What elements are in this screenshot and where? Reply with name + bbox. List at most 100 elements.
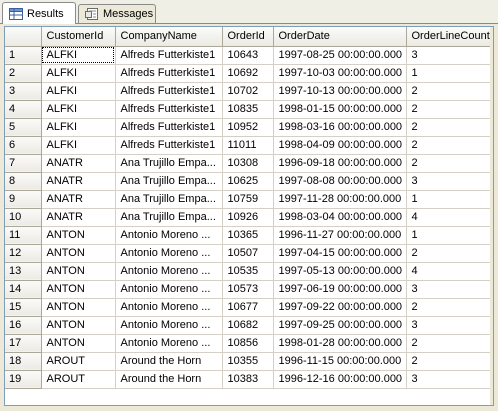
cell-orderdate[interactable]: 1998-01-15 00:00:00.000 [273,100,407,119]
column-header-companyname[interactable]: CompanyName [115,27,223,47]
cell-companyname[interactable]: Ana Trujillo Empa... [115,154,223,173]
cell-orderdate[interactable]: 1998-01-28 00:00:00.000 [273,334,407,353]
cell-companyname[interactable]: Antonio Moreno ... [115,280,223,299]
cell-companyname[interactable]: Antonio Moreno ... [115,334,223,353]
column-header-orderdate[interactable]: OrderDate [273,27,407,47]
grid-corner-header[interactable] [5,27,42,47]
table-row[interactable]: 18 AROUT Around the Horn 10355 1996-11-15 00… [5,352,493,371]
cell-orderdate[interactable]: 1998-03-16 00:00:00.000 [273,118,407,137]
cell-customerid[interactable]: ALFKI [41,64,116,83]
cell-customerid[interactable]: ANATR [41,190,116,209]
cell-customerid[interactable]: ANATR [41,208,116,227]
cell-orderid[interactable]: 10835 [222,100,274,119]
cell-orderid[interactable]: 10926 [222,208,274,227]
row-header[interactable]: 12 [5,244,42,263]
cell-orderlinecount[interactable]: 2 [406,82,493,101]
tab-results[interactable]: Results [2,2,76,24]
table-row[interactable]: 16 ANTON Antonio Moreno ... 10682 1997-09-25… [5,316,493,335]
row-header[interactable]: 18 [5,352,42,371]
row-header[interactable]: 15 [5,298,42,317]
cell-orderlinecount[interactable]: 2 [406,118,493,137]
row-header[interactable]: 6 [5,136,42,155]
cell-orderdate[interactable]: 1997-11-28 00:00:00.000 [273,190,407,209]
row-header[interactable]: 19 [5,370,42,389]
cell-companyname[interactable]: Alfreds Futterkiste1 [115,100,223,119]
table-row[interactable]: 8 ANATR Ana Trujillo Empa... 10625 1997-08-0… [5,172,493,191]
table-row[interactable]: 6 ALFKI Alfreds Futterkiste1 11011 1998-04-0… [5,136,493,155]
cell-orderdate[interactable]: 1996-11-15 00:00:00.000 [273,352,407,371]
cell-orderid[interactable]: 10692 [222,64,274,83]
row-header[interactable]: 17 [5,334,42,353]
cell-companyname[interactable]: Alfreds Futterkiste1 [115,46,223,65]
table-row[interactable]: 5 ALFKI Alfreds Futterkiste1 10952 1998-03-1… [5,118,493,137]
cell-orderlinecount[interactable]: 3 [406,370,493,389]
cell-orderlinecount[interactable]: 2 [406,352,493,371]
cell-orderlinecount[interactable]: 3 [406,46,493,65]
cell-customerid[interactable]: ALFKI [41,136,116,155]
cell-orderlinecount[interactable]: 4 [406,208,493,227]
row-header[interactable]: 13 [5,262,42,281]
cell-orderlinecount[interactable]: 2 [406,298,493,317]
cell-orderlinecount[interactable]: 2 [406,136,493,155]
cell-companyname[interactable]: Alfreds Futterkiste1 [115,64,223,83]
vertical-scrollbar[interactable] [490,27,493,405]
cell-companyname[interactable]: Ana Trujillo Empa... [115,172,223,191]
cell-orderlinecount[interactable]: 3 [406,316,493,335]
table-row[interactable]: 3 ALFKI Alfreds Futterkiste1 10702 1997-10-1… [5,82,493,101]
table-row[interactable]: 9 ANATR Ana Trujillo Empa... 10759 1997-11-2… [5,190,493,209]
cell-companyname[interactable]: Antonio Moreno ... [115,244,223,263]
row-header[interactable]: 2 [5,64,42,83]
cell-orderdate[interactable]: 1996-09-18 00:00:00.000 [273,154,407,173]
cell-orderid[interactable]: 10759 [222,190,274,209]
row-header[interactable]: 4 [5,100,42,119]
cell-orderdate[interactable]: 1997-06-19 00:00:00.000 [273,280,407,299]
cell-customerid[interactable]: ALFKI [41,118,116,137]
cell-orderlinecount[interactable]: 1 [406,64,493,83]
cell-orderid[interactable]: 10365 [222,226,274,245]
cell-orderid[interactable]: 10682 [222,316,274,335]
table-row[interactable]: 1 ALFKI Alfreds Futterkiste1 10643 1997-08-2… [5,46,493,65]
tab-messages[interactable]: Messages [78,4,156,23]
cell-orderid[interactable]: 10856 [222,334,274,353]
cell-companyname[interactable]: Antonio Moreno ... [115,226,223,245]
row-header[interactable]: 14 [5,280,42,299]
row-header[interactable]: 7 [5,154,42,173]
cell-customerid[interactable]: ANATR [41,154,116,173]
row-header[interactable]: 1 [5,46,42,65]
cell-orderdate[interactable]: 1997-10-13 00:00:00.000 [273,82,407,101]
cell-orderid[interactable]: 10535 [222,262,274,281]
row-header[interactable]: 11 [5,226,42,245]
cell-customerid[interactable]: ANTON [41,334,116,353]
table-row[interactable]: 2 ALFKI Alfreds Futterkiste1 10692 1997-10-0… [5,64,493,83]
cell-orderid[interactable]: 10383 [222,370,274,389]
row-header[interactable]: 9 [5,190,42,209]
cell-orderid[interactable]: 10677 [222,298,274,317]
table-row[interactable]: 17 ANTON Antonio Moreno ... 10856 1998-01-28… [5,334,493,353]
cell-orderlinecount[interactable]: 2 [406,154,493,173]
cell-customerid[interactable]: ANTON [41,244,116,263]
cell-orderlinecount[interactable]: 3 [406,172,493,191]
cell-orderlinecount[interactable]: 1 [406,190,493,209]
cell-orderid[interactable]: 10308 [222,154,274,173]
cell-orderlinecount[interactable]: 2 [406,334,493,353]
table-row[interactable]: 4 ALFKI Alfreds Futterkiste1 10835 1998-01-1… [5,100,493,119]
cell-orderid[interactable]: 10355 [222,352,274,371]
cell-orderlinecount[interactable]: 3 [406,280,493,299]
cell-orderdate[interactable]: 1997-09-25 00:00:00.000 [273,316,407,335]
cell-orderlinecount[interactable]: 1 [406,226,493,245]
cell-customerid[interactable]: ALFKI [41,46,116,65]
column-header-customerid[interactable]: CustomerId [41,27,116,47]
cell-orderlinecount[interactable]: 2 [406,100,493,119]
cell-customerid[interactable]: ANTON [41,298,116,317]
cell-customerid[interactable]: ANTON [41,316,116,335]
table-row[interactable]: 7 ANATR Ana Trujillo Empa... 10308 1996-09-1… [5,154,493,173]
cell-companyname[interactable]: Around the Horn [115,352,223,371]
cell-companyname[interactable]: Antonio Moreno ... [115,316,223,335]
cell-orderdate[interactable]: 1998-04-09 00:00:00.000 [273,136,407,155]
cell-orderid[interactable]: 11011 [222,136,274,155]
cell-companyname[interactable]: Alfreds Futterkiste1 [115,82,223,101]
row-header[interactable]: 5 [5,118,42,137]
cell-customerid[interactable]: AROUT [41,370,116,389]
column-header-orderlinecount[interactable]: OrderLineCount [406,27,493,47]
cell-orderid[interactable]: 10643 [222,46,274,65]
